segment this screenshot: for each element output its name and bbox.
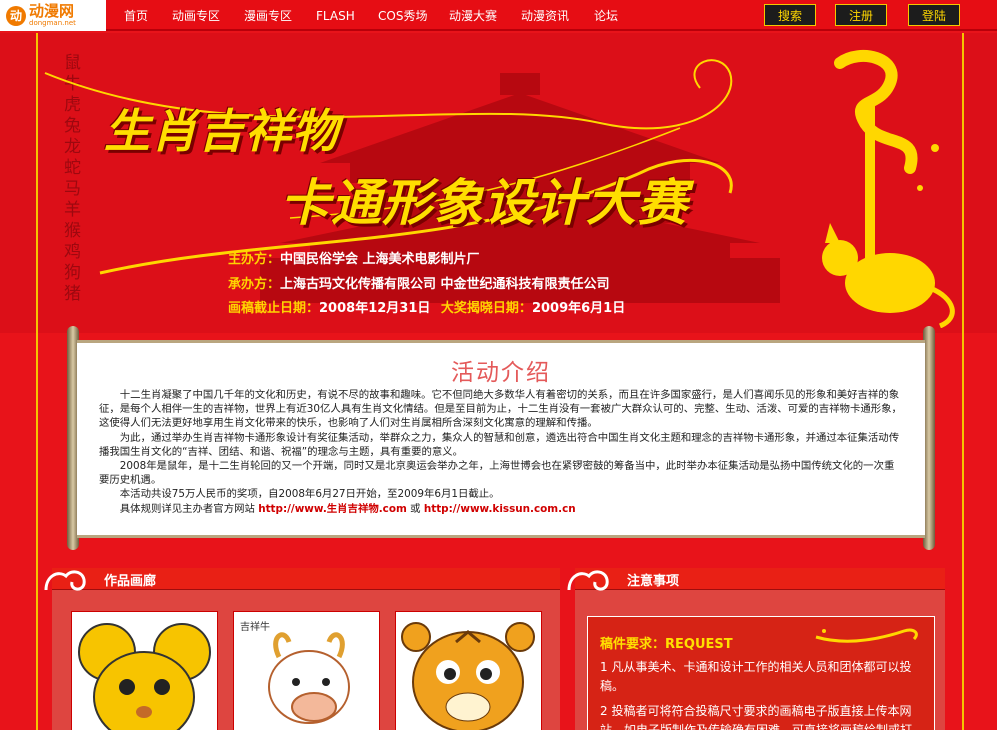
nav-link-animation[interactable]: 动画专区 <box>172 7 244 24</box>
tiger-mascot-icon <box>401 622 535 730</box>
nav-links: 首页 动画专区 漫画专区 FLASH COS秀场 动漫大赛 动漫资讯 论坛 <box>124 0 634 31</box>
nav-link-comics[interactable]: 漫画专区 <box>244 7 316 24</box>
gallery-header: 作品画廊 <box>44 568 560 591</box>
gallery-panel: 作品画廊 吉祥牛 <box>44 568 560 730</box>
top-nav-bar: 动 动漫网 dongman.net 首页 动画专区 漫画专区 FLASH COS… <box>0 0 997 31</box>
nav-link-forum[interactable]: 论坛 <box>594 7 634 24</box>
notice-panel: 注意事项 稿件要求：REQUEST 1 凡从事美术、卡通和设计工作的相关人员和团… <box>567 568 945 730</box>
nav-link-news[interactable]: 动漫资讯 <box>521 7 594 24</box>
requirement-item: 1 凡从事美术、卡通和设计工作的相关人员和团体都可以投稿。 <box>600 660 912 693</box>
gallery-thumb-tiger[interactable] <box>395 611 542 730</box>
requirements-box: 稿件要求：REQUEST 1 凡从事美术、卡通和设计工作的相关人员和团体都可以投… <box>587 616 935 730</box>
login-button[interactable]: 登陆 <box>908 4 960 26</box>
official-site-link-2[interactable]: http://www.kissun.com.cn <box>424 503 576 515</box>
site-logo[interactable]: 动 动漫网 dongman.net <box>0 0 106 31</box>
gallery-thumb-ox[interactable]: 吉祥牛 <box>233 611 380 730</box>
ox-mascot-icon: 吉祥牛 <box>240 620 350 724</box>
nav-link-contest[interactable]: 动漫大赛 <box>449 7 521 24</box>
link-separator: 或 <box>410 502 421 515</box>
intro-title: 活动介绍 <box>451 360 551 386</box>
intro-paragraph: 为此，通过举办生肖吉祥物卡通形象设计有奖征集活动，举群众之力，集众人的智慧和创意… <box>99 431 900 458</box>
intro-paragraph: 本活动共设75万人民币的奖项，自2008年6月27日开始，至2009年6月1日截… <box>119 488 500 501</box>
gallery-title: 作品画廊 <box>104 574 157 589</box>
ox-label: 吉祥牛 <box>240 620 270 633</box>
logo-icon: 动 <box>6 5 26 26</box>
intro-links-prefix: 具体规则详见主办者官方网站 <box>119 502 255 515</box>
rat-mascot-icon <box>78 623 211 730</box>
intro-paragraph: 十二生肖凝聚了中国几千年的文化和历史，有说不尽的故事和趣味。它不但同绝大多数华人… <box>99 389 902 430</box>
intro-paragraph: 2008年是鼠年，是十二生肖轮回的又一个开端，同时又是北京奥运会举办之年，上海世… <box>99 460 895 487</box>
intro-scroll: 活动介绍 十二生肖凝聚了中国几千年的文化和历史，有说不尽的故事和趣味。它不但同绝… <box>67 326 935 550</box>
gallery-thumb-rat[interactable] <box>71 611 218 730</box>
nav-link-home[interactable]: 首页 <box>124 7 172 24</box>
nav-link-flash[interactable]: FLASH <box>316 9 378 23</box>
register-button[interactable]: 注册 <box>835 4 887 26</box>
intro-paper: 活动介绍 十二生肖凝聚了中国几千年的文化和历史，有说不尽的故事和趣味。它不但同绝… <box>77 340 925 538</box>
intro-links-line: 具体规则详见主办者官方网站 http://www.生肖吉祥物.com 或 htt… <box>99 502 903 516</box>
notice-header: 注意事项 <box>567 568 945 591</box>
official-site-link-1[interactable]: http://www.生肖吉祥物.com <box>258 503 407 515</box>
notice-title: 注意事项 <box>627 574 680 589</box>
requirement-item: 2 投稿者可将符合投稿尺寸要求的画稿电子版直接上传本网站，如电子版制作及传输确有… <box>600 704 913 730</box>
search-button[interactable]: 搜索 <box>764 4 816 26</box>
cloud-ornament-icon <box>44 570 86 591</box>
logo-title: 动漫网 <box>29 2 75 20</box>
nav-link-cosplay[interactable]: COS秀场 <box>378 7 449 24</box>
logo-subtitle: dongman.net <box>29 19 76 27</box>
gold-swirl-small-icon <box>815 628 918 643</box>
cloud-ornament-icon <box>567 570 609 591</box>
intro-body: 十二生肖凝聚了中国几千年的文化和历史，有说不尽的故事和趣味。它不但同绝大多数华人… <box>99 388 903 516</box>
